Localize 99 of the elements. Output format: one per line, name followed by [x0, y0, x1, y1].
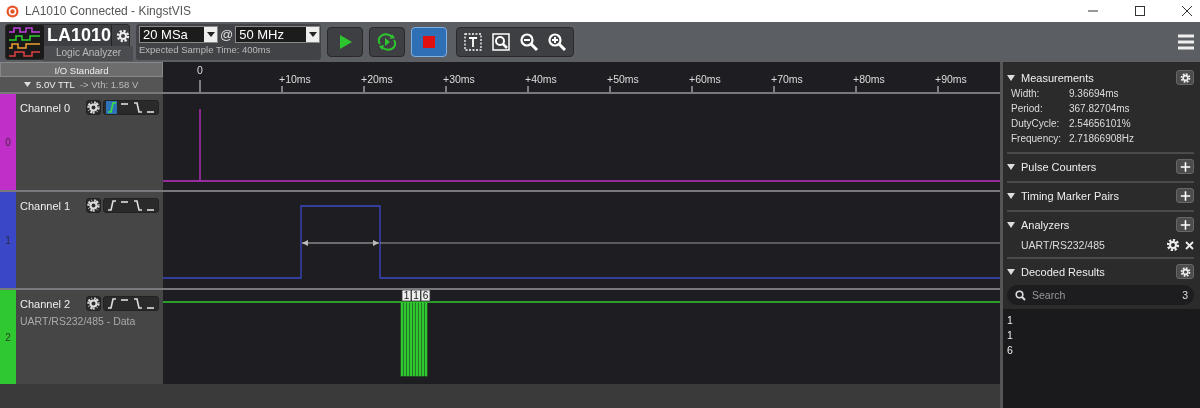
- waveform-logo-icon: [6, 25, 44, 59]
- rising-edge-icon[interactable]: [106, 297, 117, 310]
- tick-mark: [445, 85, 447, 92]
- channel-index: 2: [5, 331, 11, 343]
- decoded-result[interactable]: 1: [1007, 313, 1196, 328]
- measurement-value: 2.71866908Hz: [1069, 132, 1136, 146]
- tick-mark: [363, 85, 365, 92]
- tick-label: +20ms: [361, 73, 393, 85]
- decoder-label: UART/RS232/485 - Data: [20, 315, 137, 327]
- decoded-result[interactable]: 6: [1007, 343, 1196, 358]
- search-icon: [1015, 289, 1026, 301]
- io-standard-header: I/O Standard: [0, 62, 163, 77]
- search-input[interactable]: Search: [1032, 289, 1177, 301]
- tick-mark: [281, 85, 283, 92]
- expand-caret-icon[interactable]: [1007, 73, 1015, 82]
- at-sign: @: [220, 27, 234, 42]
- measurement-value: 2.54656101%: [1069, 117, 1132, 131]
- falling-edge-icon[interactable]: [132, 297, 143, 310]
- plus-icon: [1179, 188, 1191, 203]
- section-title: Decoded Results: [1021, 265, 1106, 278]
- expand-caret-icon[interactable]: [1007, 220, 1015, 229]
- add-button[interactable]: [1176, 217, 1194, 232]
- tick-mark: [691, 85, 693, 92]
- measurement-label: Period:: [1011, 102, 1044, 116]
- section-title: Pulse Counters: [1021, 160, 1098, 173]
- start-button[interactable]: [327, 27, 363, 57]
- tick-mark: [937, 85, 939, 92]
- section-title: Timing Marker Pairs: [1021, 189, 1120, 202]
- section-settings-button[interactable]: [1176, 264, 1194, 279]
- search-field[interactable]: Search 3: [1007, 285, 1194, 305]
- settings-icon: [1179, 70, 1191, 85]
- device-type: Logic Analyzer: [44, 46, 134, 61]
- settings-icon: [1179, 264, 1191, 279]
- add-button[interactable]: [1176, 188, 1194, 203]
- channel-name: Channel 2: [20, 297, 72, 310]
- expand-caret-icon[interactable]: [1007, 267, 1015, 276]
- menu-icon[interactable]: [1177, 33, 1195, 51]
- expand-caret-icon: [24, 81, 31, 88]
- channel-name: Channel 1: [20, 199, 72, 212]
- section-title: Analyzers: [1021, 218, 1071, 231]
- tick-mark: [773, 85, 775, 92]
- tick-label: +60ms: [689, 73, 721, 85]
- channel-index: 0: [5, 136, 11, 148]
- measurement-label: Width:: [1011, 87, 1041, 101]
- loop-button[interactable]: [369, 27, 405, 57]
- tick-mark: [527, 85, 529, 92]
- close-icon[interactable]: [1180, 4, 1194, 18]
- rising-edge-icon[interactable]: [106, 199, 117, 212]
- zoom-out-icon[interactable]: [519, 32, 539, 52]
- tick-label: 0: [197, 64, 203, 76]
- channel-index: 1: [5, 234, 11, 246]
- tick-mark: [199, 79, 201, 92]
- frequency-dropdown[interactable]: 50 MHz: [235, 26, 321, 43]
- measurement-value: 9.36694ms: [1069, 87, 1120, 101]
- tick-label: +10ms: [279, 73, 311, 85]
- tick-label: +30ms: [443, 73, 475, 85]
- add-button[interactable]: [1176, 159, 1194, 174]
- settings-icon[interactable]: [115, 28, 130, 43]
- decoded-result[interactable]: 1: [1007, 328, 1196, 343]
- section-title: Measurements: [1021, 71, 1095, 84]
- dropdown-arrow-icon[interactable]: [206, 31, 215, 38]
- zoom-fit-icon[interactable]: [491, 32, 511, 52]
- decoded-value-label: 1: [401, 290, 412, 302]
- measurement-value: 367.82704ms: [1069, 102, 1131, 116]
- tick-mark: [855, 85, 857, 92]
- falling-edge-icon[interactable]: [132, 199, 143, 212]
- channel-name: Channel 0: [20, 101, 72, 114]
- app-logo-icon: [6, 4, 19, 18]
- tick-label: +50ms: [607, 73, 639, 85]
- plus-icon: [1179, 217, 1191, 232]
- settings-icon[interactable]: [87, 297, 100, 310]
- io-standard-selector[interactable]: 5.0V TTL -> Vth: 1.58 V: [0, 77, 163, 92]
- text-cursor-icon[interactable]: [463, 32, 483, 52]
- loop-play-icon: [377, 32, 397, 52]
- tick-mark: [609, 85, 611, 92]
- settings-icon[interactable]: [87, 199, 100, 212]
- result-count: 3: [1182, 289, 1188, 301]
- section-settings-button[interactable]: [1176, 70, 1194, 85]
- expand-caret-icon[interactable]: [1007, 191, 1015, 200]
- maximize-icon[interactable]: [1133, 4, 1147, 18]
- decoded-value-label: 6: [420, 290, 431, 302]
- expand-caret-icon[interactable]: [1007, 162, 1015, 171]
- tick-label: +80ms: [853, 73, 885, 85]
- tick-label: +90ms: [935, 73, 967, 85]
- dropdown-arrow-icon[interactable]: [308, 31, 317, 38]
- measurement-label: Frequency:: [1011, 132, 1063, 146]
- window-title: LA1010 Connected - KingstVIS: [25, 4, 193, 18]
- analyzer-name[interactable]: UART/RS232/485: [1021, 239, 1161, 251]
- expected-sample-time: Expected Sample Time: 400ms: [139, 44, 272, 55]
- tick-label: +40ms: [525, 73, 557, 85]
- device-name: LA1010: [46, 25, 112, 46]
- falling-edge-icon[interactable]: [132, 101, 143, 114]
- zoom-in-icon[interactable]: [547, 32, 567, 52]
- measurement-label: DutyCycle:: [1011, 117, 1061, 131]
- tick-label: +70ms: [771, 73, 803, 85]
- sample-rate-dropdown[interactable]: 20 MSa: [139, 26, 218, 43]
- plus-icon: [1179, 159, 1191, 174]
- settings-icon[interactable]: [1167, 239, 1179, 251]
- settings-icon[interactable]: [87, 101, 100, 114]
